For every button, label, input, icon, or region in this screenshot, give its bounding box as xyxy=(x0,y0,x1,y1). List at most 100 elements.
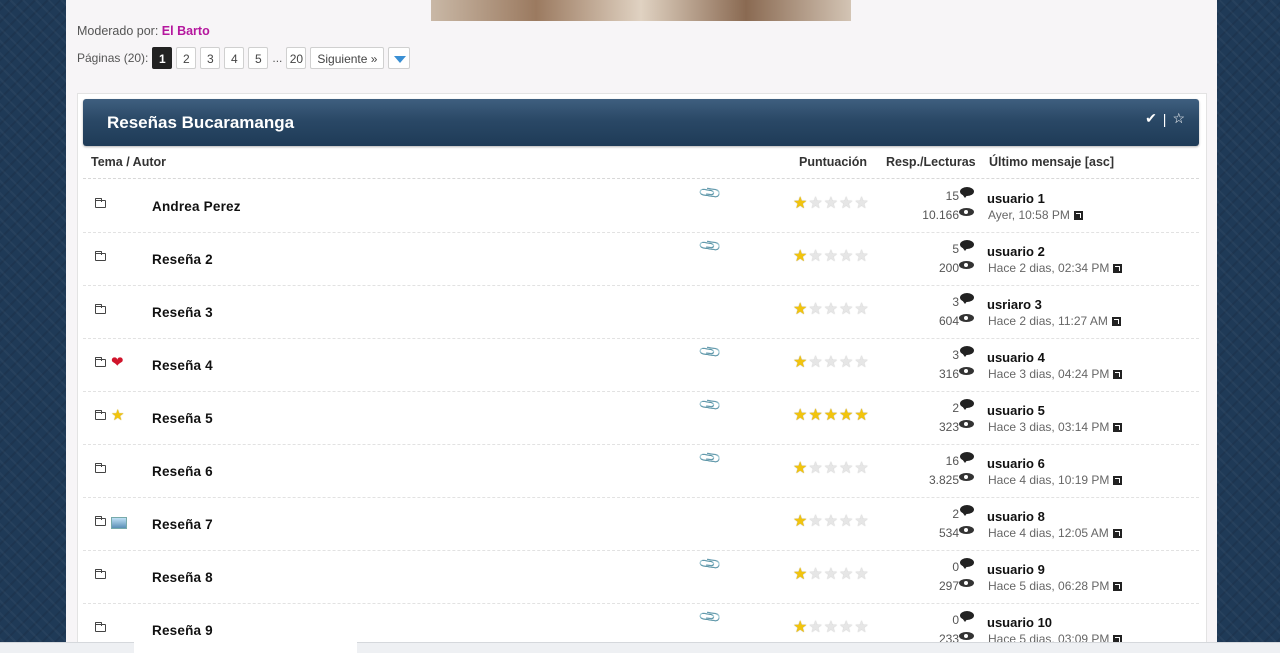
topic-title-link[interactable]: Andrea Perez xyxy=(152,199,241,214)
rating-star-icon[interactable]: ★ xyxy=(824,620,838,636)
rating-star-icon[interactable]: ★ xyxy=(808,196,822,212)
page-1-button[interactable]: 1 xyxy=(152,47,173,69)
last-post-user-link[interactable]: usuario 8 xyxy=(987,509,1045,524)
attachment-icon: 📎 xyxy=(698,551,724,577)
topic-title-link[interactable]: Reseña 2 xyxy=(152,252,213,267)
page-5-button[interactable]: 5 xyxy=(248,47,269,69)
goto-last-post-icon[interactable] xyxy=(1112,529,1122,538)
topic-title-link[interactable]: Reseña 6 xyxy=(152,464,213,479)
rating-star-icon[interactable]: ★ xyxy=(824,461,838,477)
goto-last-post-icon[interactable] xyxy=(1113,264,1123,273)
rating-star-icon[interactable]: ★ xyxy=(808,514,822,530)
rating-star-icon[interactable]: ★ xyxy=(808,249,822,265)
rating-star-icon[interactable]: ★ xyxy=(839,514,853,530)
rating-star-icon[interactable]: ★ xyxy=(839,249,853,265)
last-post-date: Hace 4 dias, 10:19 PM xyxy=(988,473,1123,487)
forum-page: Moderado por: El Barto Páginas (20): 1 2… xyxy=(66,0,1217,653)
rating-star-icon[interactable]: ★ xyxy=(793,620,807,636)
rating-star-icon[interactable]: ★ xyxy=(839,408,853,424)
last-post-user-link[interactable]: usuario 9 xyxy=(987,562,1045,577)
last-post-user-link[interactable]: usriaro 3 xyxy=(987,297,1042,312)
column-rating[interactable]: Puntuación xyxy=(799,155,867,169)
rating-star-icon[interactable]: ★ xyxy=(854,196,868,212)
goto-last-post-icon[interactable] xyxy=(1113,423,1123,432)
rating-star-icon[interactable]: ★ xyxy=(824,249,838,265)
next-page-button[interactable]: Siguiente » xyxy=(310,47,385,69)
last-post-user-link[interactable]: usuario 5 xyxy=(987,403,1045,418)
rating-star-icon[interactable]: ★ xyxy=(808,461,822,477)
moderator-link[interactable]: El Barto xyxy=(162,24,210,38)
topic-title-link[interactable]: Reseña 4 xyxy=(152,358,213,373)
topic-title-link[interactable]: Reseña 3 xyxy=(152,305,213,320)
jump-to-page-dropdown-icon[interactable] xyxy=(388,47,411,69)
rating-star-icon[interactable]: ★ xyxy=(854,408,868,424)
rating-star-icon[interactable]: ★ xyxy=(839,461,853,477)
rating-star-icon[interactable]: ★ xyxy=(839,355,853,371)
forum-title: Reseñas Bucaramanga xyxy=(107,113,295,132)
goto-last-post-icon[interactable] xyxy=(1113,476,1123,485)
topic-row: Reseña 6 📎 ★ ★ ★ ★ ★ 16 3.825 usuario 6 Hace 4 dia… xyxy=(83,444,1199,498)
goto-last-post-icon[interactable] xyxy=(1113,582,1123,591)
reply-count: 0 xyxy=(952,560,959,574)
rating-star-icon[interactable]: ★ xyxy=(824,355,838,371)
goto-last-post-icon[interactable] xyxy=(1073,211,1083,220)
rating-star-icon[interactable]: ★ xyxy=(808,355,822,371)
rating-star-icon[interactable]: ★ xyxy=(839,567,853,583)
rating-star-icon[interactable]: ★ xyxy=(793,567,807,583)
view-count: 323 xyxy=(938,420,959,434)
last-post-user-link[interactable]: usuario 4 xyxy=(987,350,1045,365)
rating-star-icon[interactable]: ★ xyxy=(793,408,807,424)
rating-star-icon[interactable]: ★ xyxy=(793,514,807,530)
rating-star-icon[interactable]: ★ xyxy=(793,355,807,371)
topic-title-link[interactable]: Reseña 5 xyxy=(152,411,213,426)
rating-star-icon[interactable]: ★ xyxy=(808,620,822,636)
rating-star-icon[interactable]: ★ xyxy=(839,620,853,636)
page-last-button[interactable]: 20 xyxy=(286,47,307,69)
rating-star-icon[interactable]: ★ xyxy=(793,196,807,212)
page-2-button[interactable]: 2 xyxy=(176,47,197,69)
topic-rating: ★ ★ ★ ★ ★ xyxy=(793,302,869,318)
goto-last-post-icon[interactable] xyxy=(1111,317,1121,326)
rating-star-icon[interactable]: ★ xyxy=(808,408,822,424)
last-post-date: Hace 3 dias, 03:14 PM xyxy=(988,420,1123,434)
rating-star-icon[interactable]: ★ xyxy=(793,249,807,265)
rating-star-icon[interactable]: ★ xyxy=(854,567,868,583)
last-post-user-link[interactable]: usuario 10 xyxy=(987,615,1052,630)
check-icon[interactable]: ✔ xyxy=(1145,110,1157,127)
rating-star-icon[interactable]: ★ xyxy=(854,461,868,477)
rating-star-icon[interactable]: ★ xyxy=(854,514,868,530)
rating-star-icon[interactable]: ★ xyxy=(839,302,853,318)
replies-bubble-icon xyxy=(960,399,974,410)
last-post-user-link[interactable]: usuario 6 xyxy=(987,456,1045,471)
topic-title-link[interactable]: Reseña 8 xyxy=(152,570,213,585)
column-last-post[interactable]: Último mensaje [asc] xyxy=(989,155,1114,169)
rating-star-icon[interactable]: ★ xyxy=(854,249,868,265)
star-outline-icon[interactable]: ☆ xyxy=(1172,110,1185,127)
rating-star-icon[interactable]: ★ xyxy=(854,620,868,636)
last-post-user-link[interactable]: usuario 1 xyxy=(987,191,1045,206)
rating-star-icon[interactable]: ★ xyxy=(854,355,868,371)
topic-rating: ★ ★ ★ ★ ★ xyxy=(793,408,869,424)
rating-star-icon[interactable]: ★ xyxy=(793,461,807,477)
rating-star-icon[interactable]: ★ xyxy=(824,567,838,583)
column-topic-author[interactable]: Tema / Autor xyxy=(91,155,166,169)
topic-rating: ★ ★ ★ ★ ★ xyxy=(793,514,869,530)
rating-star-icon[interactable]: ★ xyxy=(808,302,822,318)
rating-star-icon[interactable]: ★ xyxy=(793,302,807,318)
rating-star-icon[interactable]: ★ xyxy=(808,567,822,583)
rating-star-icon[interactable]: ★ xyxy=(824,302,838,318)
rating-star-icon[interactable]: ★ xyxy=(839,196,853,212)
page-3-button[interactable]: 3 xyxy=(200,47,221,69)
rating-star-icon[interactable]: ★ xyxy=(824,408,838,424)
last-post-user-link[interactable]: usuario 2 xyxy=(987,244,1045,259)
rating-star-icon[interactable]: ★ xyxy=(854,302,868,318)
folder-icon xyxy=(95,622,106,632)
page-4-button[interactable]: 4 xyxy=(224,47,245,69)
column-replies-views[interactable]: Resp./Lecturas xyxy=(886,155,976,169)
goto-last-post-icon[interactable] xyxy=(1113,370,1123,379)
rating-star-icon[interactable]: ★ xyxy=(824,514,838,530)
rating-star-icon[interactable]: ★ xyxy=(824,196,838,212)
topic-title-link[interactable]: Reseña 7 xyxy=(152,517,213,532)
topic-title-link[interactable]: Reseña 9 xyxy=(152,623,213,638)
view-count: 604 xyxy=(938,314,959,328)
